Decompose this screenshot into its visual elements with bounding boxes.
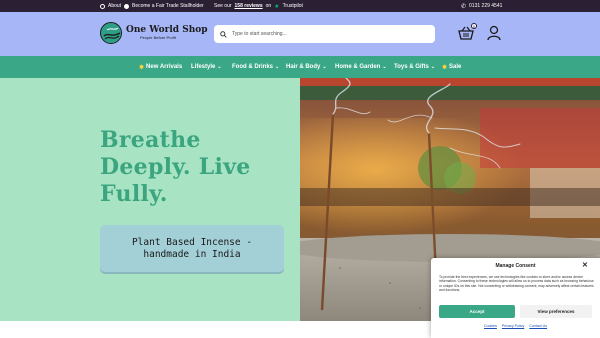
account-icon[interactable] [487,25,501,41]
cookie-consent-modal: Manage Consent ✕ To provide the best exp… [431,258,600,338]
view-preferences-button[interactable]: View preferences [520,305,592,318]
cookies-link[interactable]: Cookies [484,324,497,328]
close-icon[interactable]: ✕ [582,261,588,269]
privacy-policy-link[interactable]: Privacy Policy [502,324,524,328]
hero-cta-label: Plant Based Incense - handmade in India [131,236,253,260]
cookie-links: Cookies Privacy Policy Contact Us [431,324,600,328]
about-label: About [108,3,122,9]
chevron-down-icon: ⌄ [322,64,327,70]
nav-item-home-garden[interactable]: Home & Garden ⌄ [335,56,387,78]
hero-title: Breathe Deeply. Live Fully. [100,127,251,207]
top-utility-bar: About Become a Fair Trade Stallholder Se… [0,0,600,12]
nav-label: Lifestyle [191,64,216,70]
stallholder-label: Become a Fair Trade Stallholder [132,3,204,9]
nav-item-food-drinks[interactable]: Food & Drinks ⌄ [232,56,279,78]
logo-tagline: People Before Profit [140,35,176,40]
nav-label: Sale [449,64,462,70]
reviews-prefix: See our [214,3,232,9]
site-logo[interactable]: One World Shop People Before Profit [100,22,208,44]
phone-number: 0131 229 4541 [469,3,503,9]
main-navigation: ✸ New Arrivals Lifestyle ⌄ Food & Drinks… [0,56,600,78]
nav-label: Home & Garden [335,64,381,70]
hero-cta-button[interactable]: Plant Based Incense - handmade in India [100,225,284,272]
star-icon: ✸ [139,64,145,71]
site-header: One World Shop People Before Profit 0 [0,12,600,56]
stallholder-link[interactable]: Become a Fair Trade Stallholder [124,0,204,12]
nav-item-sale[interactable]: ✸ Sale [442,56,461,78]
nav-label: Hair & Body [286,64,321,70]
nav-item-lifestyle[interactable]: Lifestyle ⌄ [191,56,222,78]
chevron-down-icon: ⌄ [217,64,222,70]
nav-label: New Arrivals [146,64,183,70]
cookie-body-text: To provide the best experiences, we use … [439,275,594,292]
phone-icon: ✆ [461,3,467,10]
reviews-banner: See our 158 reviews on ★ Trustpilot [214,0,303,12]
nav-item-toys-gifts[interactable]: Toys & Gifts ⌄ [394,56,435,78]
logo-globe-icon [100,22,122,44]
accept-button[interactable]: Accept [439,305,515,318]
star-icon: ✸ [442,64,448,71]
user-icon [124,3,129,9]
chevron-down-icon: ⌄ [275,64,280,70]
nav-item-new-arrivals[interactable]: ✸ New Arrivals [139,56,182,78]
contact-us-link[interactable]: Contact Us [529,324,547,328]
logo-title: One World Shop [126,25,208,35]
chevron-down-icon: ⌄ [430,64,436,70]
search-input[interactable] [232,31,412,37]
info-icon [100,3,105,9]
reviews-link[interactable]: 158 reviews [235,3,263,9]
trustpilot-logo: Trustpilot [282,3,303,9]
search-icon [220,30,227,38]
nav-item-hair-body[interactable]: Hair & Body ⌄ [286,56,327,78]
cookie-title: Manage Consent [495,263,536,269]
chevron-down-icon: ⌄ [382,64,387,70]
nav-label: Toys & Gifts [394,64,429,70]
search-box[interactable] [214,25,435,43]
nav-label: Food & Drinks [232,64,274,70]
trustpilot-star-icon: ★ [274,3,280,10]
basket-count-badge: 0 [471,23,477,29]
reviews-on: on [265,3,272,9]
about-link[interactable]: About [100,0,121,12]
phone-link[interactable]: ✆ 0131 229 4541 [461,0,502,12]
